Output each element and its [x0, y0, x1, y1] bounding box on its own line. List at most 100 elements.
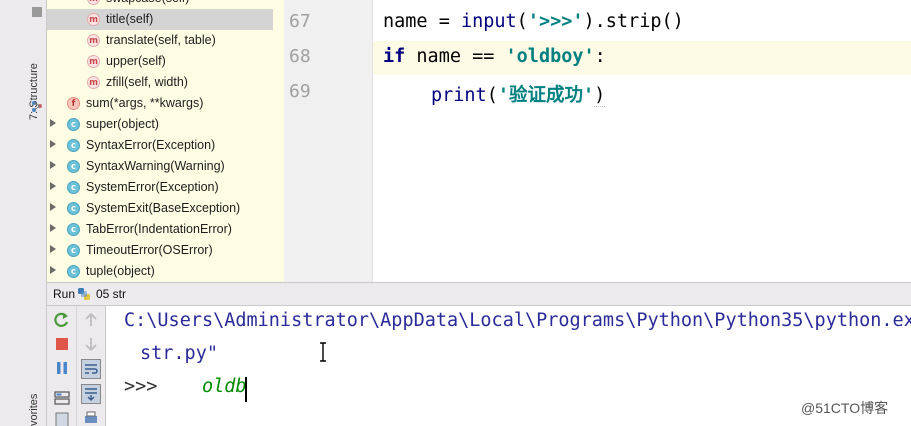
method-icon: m [87, 13, 100, 26]
method-icon: m [87, 0, 100, 5]
expand-arrow-icon[interactable] [50, 203, 56, 211]
class-icon: c [67, 223, 80, 236]
structure-item-label: tuple(object) [86, 264, 155, 278]
structure-item[interactable]: c TabError(IndentationError) [47, 219, 273, 240]
console-command-line-cont: str.py" [140, 343, 218, 364]
line-number: 69 [289, 81, 311, 102]
scroll-to-end-icon[interactable] [81, 384, 101, 404]
structure-item-label: super(object) [86, 117, 159, 131]
line-number: 68 [289, 46, 311, 67]
code-editor[interactable]: name = input('>>>').strip() if name == '… [373, 0, 911, 282]
structure-item[interactable]: m upper(self) [47, 51, 273, 72]
line-number-gutter: 67 68 69 [284, 0, 373, 282]
class-icon: c [67, 181, 80, 194]
structure-item[interactable]: c tuple(object) [47, 261, 273, 282]
structure-icon [32, 101, 42, 112]
method-icon: m [87, 55, 100, 68]
run-tool-window-header: Run 05 str [47, 282, 911, 306]
structure-item-label: swapcase(self) [106, 0, 189, 9]
structure-item[interactable]: c super(object) [47, 114, 273, 135]
expand-arrow-icon[interactable] [50, 182, 56, 190]
code-keyword: if [383, 46, 406, 67]
structure-item[interactable]: f sum(*args, **kwargs) [47, 93, 273, 114]
code-line-68[interactable]: if name == 'oldboy': [383, 46, 606, 67]
structure-item[interactable]: m title(self) [47, 9, 273, 30]
code-token: ( [486, 85, 498, 106]
structure-item[interactable]: c TimeoutError(OSError) [47, 240, 273, 261]
ibeam-cursor-icon [320, 342, 326, 362]
method-icon: m [87, 34, 100, 47]
class-icon: c [67, 139, 80, 152]
function-icon: f [67, 97, 80, 110]
expand-arrow-icon[interactable] [50, 245, 56, 253]
soft-wrap-icon[interactable] [81, 359, 101, 379]
code-line-67[interactable]: name = input('>>>').strip() [383, 11, 684, 32]
structure-panel: m swapcase(self) m title(self) m translate(se… [47, 0, 284, 282]
structure-item[interactable]: c SyntaxError(Exception) [47, 135, 273, 156]
structure-item-label: title(self) [106, 12, 154, 26]
line-number: 67 [289, 11, 311, 32]
structure-item-label: TimeoutError(OSError) [86, 243, 213, 257]
code-token: ) [594, 85, 606, 107]
code-line-69[interactable]: print('验证成功') [431, 81, 606, 107]
console-prompt: >>> [124, 376, 158, 397]
class-icon: c [67, 118, 80, 131]
code-string: '验证成功' [497, 85, 595, 106]
class-icon: c [67, 244, 80, 257]
rerun-icon[interactable] [53, 311, 71, 329]
expand-arrow-icon[interactable] [50, 140, 56, 148]
console-user-input[interactable]: oldb [202, 376, 247, 397]
class-icon: c [67, 265, 80, 278]
run-console[interactable]: C:\Users\Administrator\AppData\Local\Pro… [106, 306, 911, 426]
run-config-name[interactable]: 05 str [96, 283, 126, 305]
stop-icon[interactable] [53, 335, 71, 353]
code-string: '>>>' [527, 11, 584, 32]
code-token: ).strip() [583, 11, 684, 32]
structure-item[interactable]: c SyntaxWarning(Warning) [47, 156, 273, 177]
structure-item-label: TabError(IndentationError) [86, 222, 232, 236]
structure-item-label: sum(*args, **kwargs) [86, 96, 204, 110]
collapse-icon[interactable] [31, 6, 43, 18]
expand-arrow-icon[interactable] [50, 266, 56, 274]
expand-arrow-icon[interactable] [50, 119, 56, 127]
structure-item[interactable]: m translate(self, table) [47, 30, 273, 51]
structure-item[interactable]: c SystemError(Exception) [47, 177, 273, 198]
arrow-up-icon[interactable] [82, 311, 100, 329]
code-token: ( [516, 11, 528, 32]
structure-item-label: upper(self) [106, 54, 166, 68]
code-token: name = [383, 11, 461, 32]
run-toolbar [47, 306, 77, 426]
structure-item[interactable]: m swapcase(self) [47, 0, 273, 9]
arrow-down-icon[interactable] [82, 335, 100, 353]
print-icon[interactable] [82, 410, 100, 426]
favorites-tool-tab[interactable]: vorites [28, 384, 44, 426]
code-string: 'oldboy' [505, 46, 595, 67]
class-icon: c [67, 160, 80, 173]
settings-icon[interactable] [53, 410, 71, 426]
code-token: print [431, 85, 487, 106]
method-icon: m [87, 76, 100, 89]
code-token: name == [405, 46, 506, 67]
code-token: input [460, 11, 517, 32]
expand-arrow-icon[interactable] [50, 161, 56, 169]
console-command-line: C:\Users\Administrator\AppData\Local\Pro… [124, 310, 911, 331]
structure-item-label: SyntaxError(Exception) [86, 138, 216, 152]
code-token: : [594, 46, 606, 67]
class-icon: c [67, 202, 80, 215]
run-label: Run [53, 287, 76, 301]
structure-item-label: SyntaxWarning(Warning) [86, 159, 225, 173]
structure-item-label: translate(self, table) [106, 33, 216, 47]
structure-item[interactable]: c SystemExit(BaseException) [47, 198, 273, 219]
expand-arrow-icon[interactable] [50, 224, 56, 232]
pause-icon[interactable] [53, 359, 71, 377]
watermark: @51CTO博客 [801, 400, 889, 416]
python-icon [78, 288, 90, 300]
structure-item-label: SystemExit(BaseException) [86, 201, 241, 215]
structure-item[interactable]: m zfill(self, width) [47, 72, 273, 93]
left-tool-strip: 7: Structure vorites [0, 0, 47, 426]
dump-threads-icon[interactable] [53, 389, 71, 407]
console-toolbar [77, 306, 106, 426]
structure-item-label: SystemError(Exception) [86, 180, 219, 194]
text-caret [245, 377, 247, 402]
structure-item-label: zfill(self, width) [106, 75, 188, 89]
